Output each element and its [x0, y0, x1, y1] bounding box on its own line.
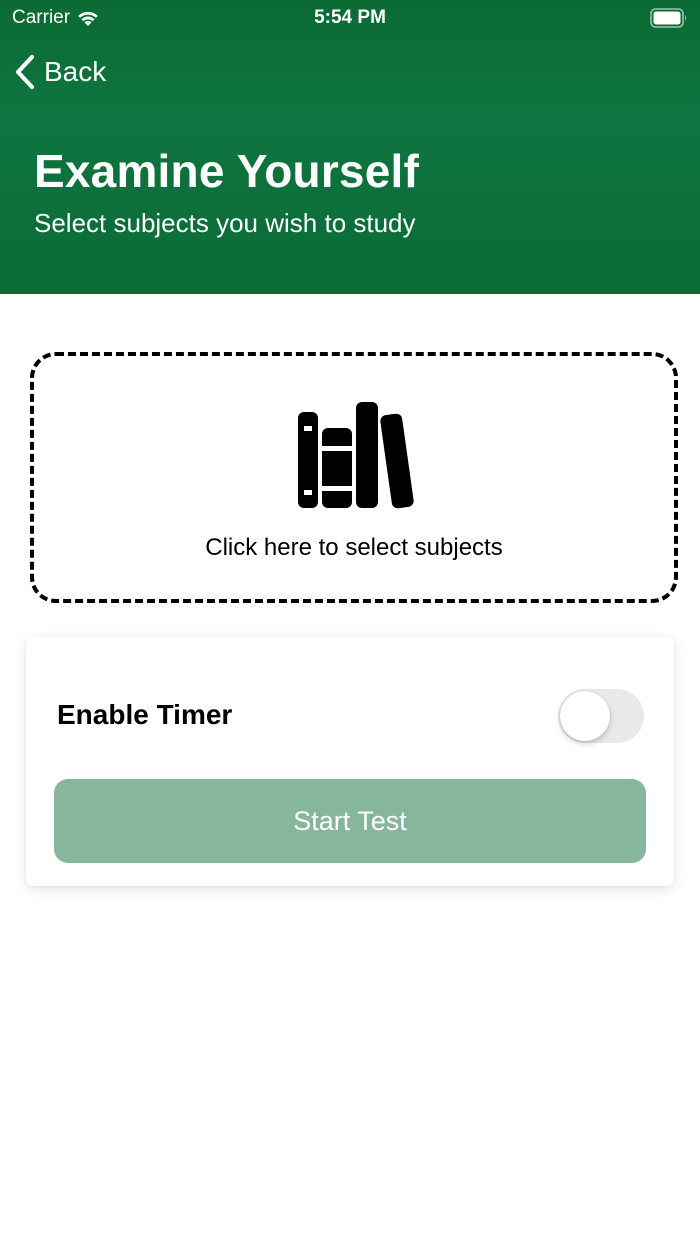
timer-label: Enable Timer: [57, 699, 233, 730]
page-subtitle: Select subjects you wish to study: [34, 208, 416, 238]
page-title: Examine Yourself: [34, 145, 419, 197]
settings-card: Enable Timer Start Test: [26, 637, 674, 886]
subject-picker-label: Click here to select subjects: [205, 534, 503, 561]
back-label: Back: [44, 56, 107, 87]
chevron-left-icon: [15, 54, 35, 90]
back-button[interactable]: Back: [14, 50, 106, 94]
books-icon: [298, 402, 414, 509]
start-test-button[interactable]: Start Test: [54, 779, 646, 863]
status-bar: Carrier 5:54 PM: [0, 0, 700, 36]
subject-picker[interactable]: Click here to select subjects: [30, 352, 678, 603]
header-banner: Carrier 5:54 PM Back Examine Yourself Se…: [0, 0, 700, 294]
timer-toggle[interactable]: [558, 689, 644, 743]
battery-icon: [650, 8, 687, 28]
status-time: 5:54 PM: [314, 7, 386, 28]
toggle-knob: [560, 691, 610, 741]
